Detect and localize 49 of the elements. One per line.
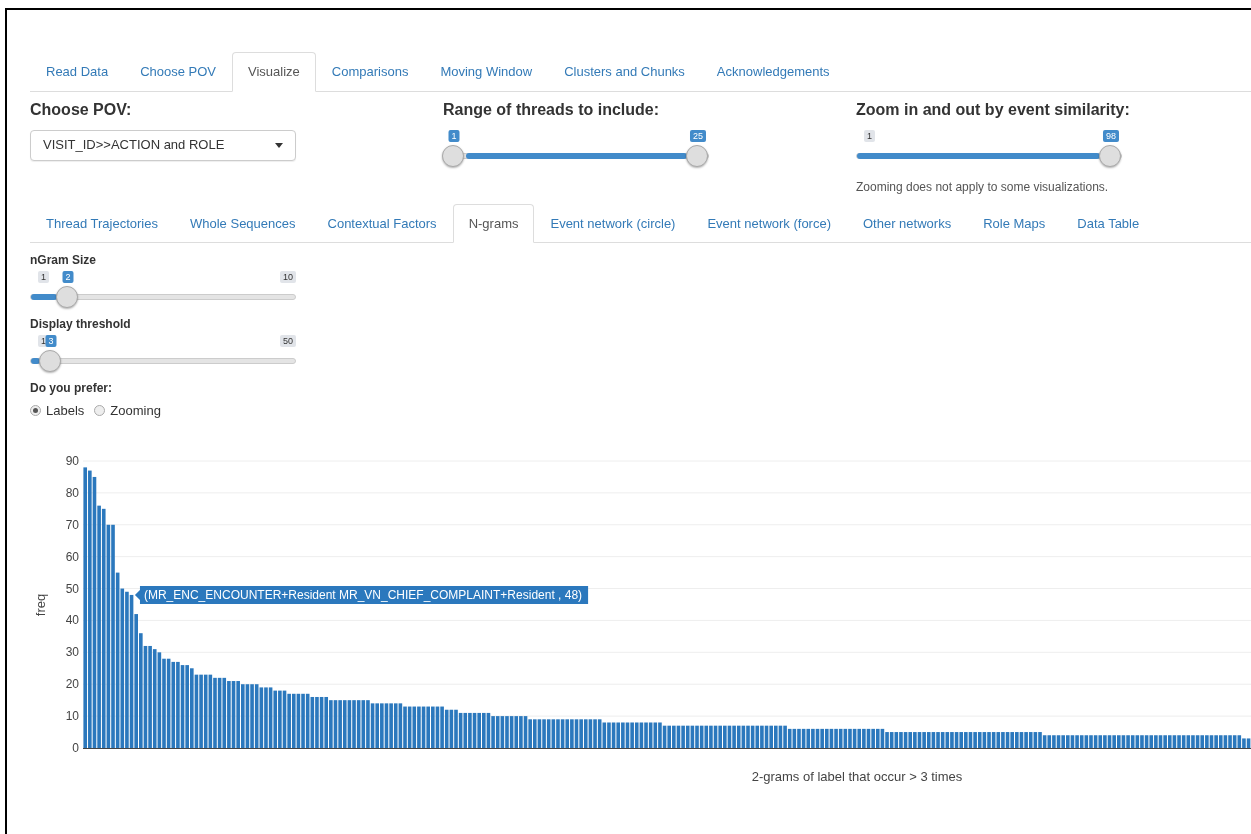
axis-tick-label: 30: [65, 644, 79, 659]
tab[interactable]: Choose POV: [124, 52, 233, 92]
control-label: Zoom in and out by event similarity:: [856, 99, 1131, 120]
tab[interactable]: Moving Window: [424, 52, 549, 92]
tab[interactable]: Read Data: [30, 52, 125, 92]
control-label: Range of threads to include:: [443, 99, 660, 120]
value-label: 1: [448, 129, 460, 142]
tab[interactable]: Event network (circle): [534, 203, 692, 243]
max-label: 10: [280, 271, 296, 283]
tab[interactable]: Contextual Factors: [311, 203, 453, 243]
min-label: 1: [38, 271, 49, 283]
value-label: 3: [45, 335, 57, 347]
axis-tick-label: 90: [65, 453, 79, 468]
setting-label: Do you prefer:: [30, 380, 113, 397]
value-label: 25: [690, 129, 706, 142]
tab[interactable]: Whole Sequences: [174, 203, 312, 243]
axis-tick-label: 20: [65, 676, 79, 691]
chart-tooltip: (MR_ENC_ENCOUNTER+Resident MR_VN_CHIEF_COMPLAINT+Resident , 48): [134, 585, 589, 604]
axis-tick-label: 0: [72, 740, 79, 755]
radio-option[interactable]: Labels: [30, 401, 85, 421]
tab[interactable]: Event network (force): [691, 203, 847, 243]
setting-label: nGram Size: [30, 252, 98, 269]
max-label: 50: [280, 335, 296, 347]
setting-label: Display threshold: [30, 316, 132, 333]
tab[interactable]: Other networks: [847, 203, 968, 243]
axis-tick-label: 10: [65, 708, 79, 723]
tab[interactable]: Comparisons: [315, 52, 425, 92]
tab[interactable]: Clusters and Chunks: [548, 52, 701, 92]
axis-tick-label: 60: [65, 549, 79, 564]
y-axis-title: freq: [33, 593, 48, 616]
value-label: 98: [1103, 129, 1119, 142]
radio-option[interactable]: Zooming: [94, 401, 161, 421]
control-label: Choose POV:: [30, 99, 133, 120]
tab[interactable]: Data Table: [1061, 203, 1156, 243]
tab[interactable]: N-grams: [452, 203, 535, 243]
min-label: 1: [864, 129, 875, 142]
tab[interactable]: Thread Trajectories: [30, 203, 174, 243]
tab[interactable]: Visualize: [232, 52, 316, 92]
axis-tick-label: 40: [65, 612, 79, 627]
help-text: Zooming does not apply to some visualizations.: [856, 178, 1110, 196]
tab[interactable]: Role Maps: [967, 203, 1062, 243]
annotation: (MR_ENC_ENCOUNTER+Resident MR_VN_CHIEF_COMPLAINT+Resident , 48): [143, 587, 583, 602]
axis-tick-label: 80: [65, 485, 79, 500]
axis-tick-label: 50: [65, 581, 79, 596]
axis-tick-label: 70: [65, 517, 79, 532]
tab[interactable]: Acknowledgements: [700, 52, 846, 92]
pov-select[interactable]: VISIT_ID>>ACTION and ROLE: [30, 129, 296, 161]
value-label: 2: [62, 271, 74, 283]
x-axis-title: 2-grams of label that occur > 3 times: [751, 768, 963, 784]
